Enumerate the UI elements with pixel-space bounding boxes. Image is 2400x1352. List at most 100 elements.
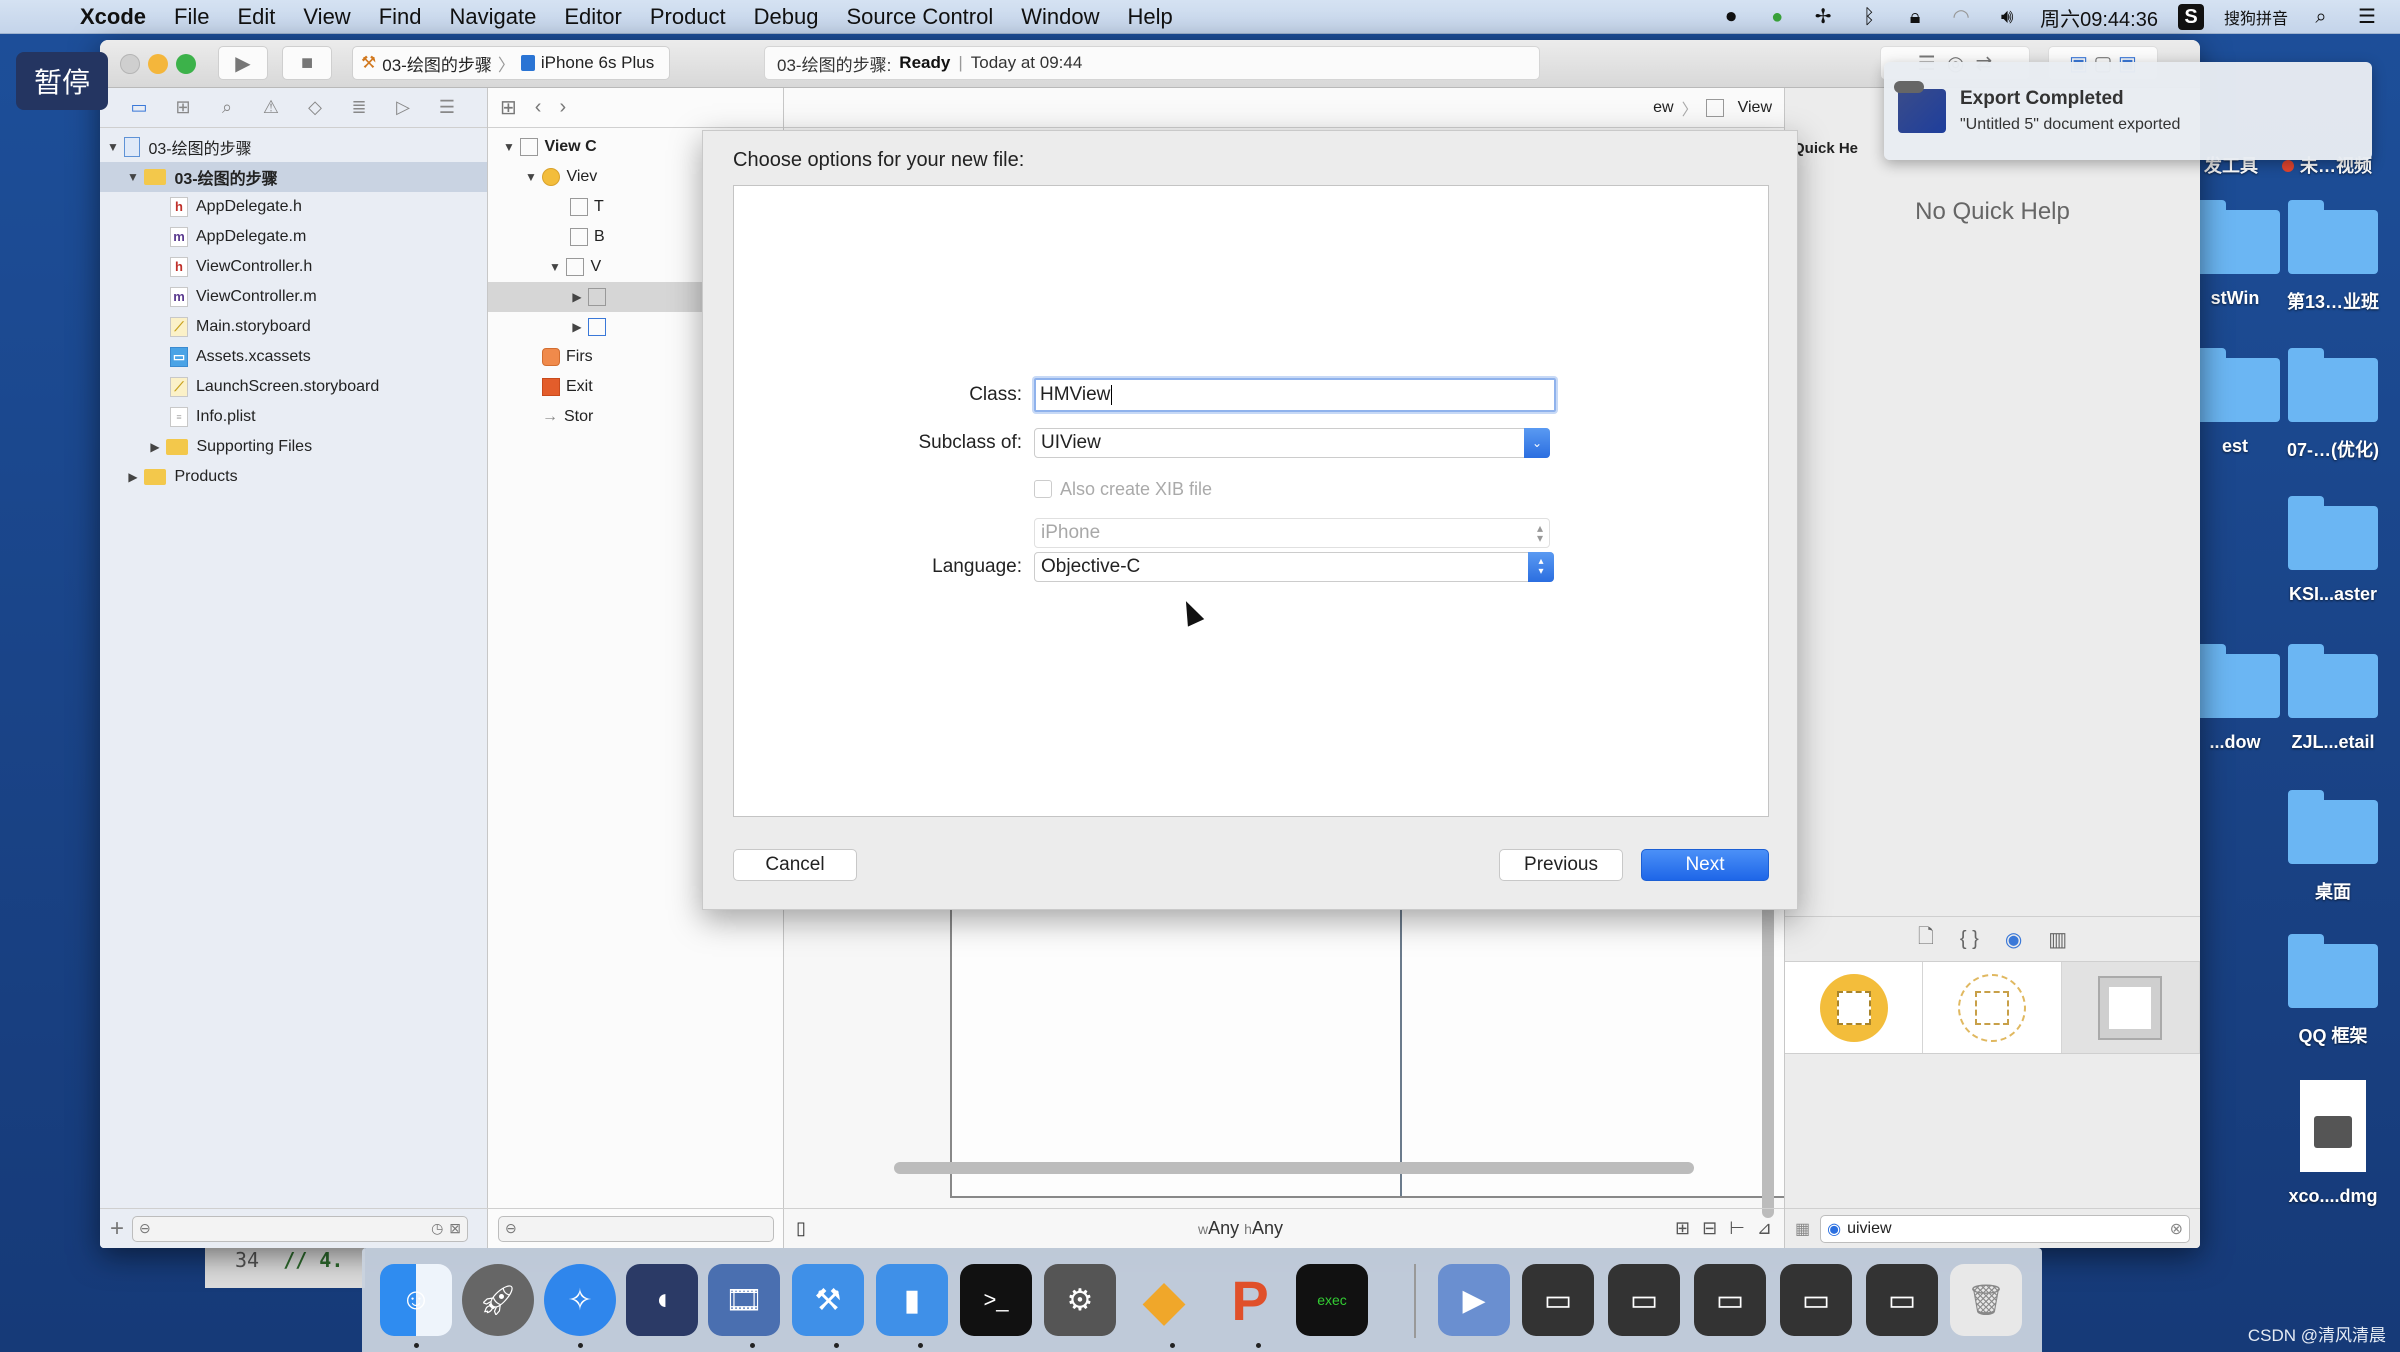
disclosure-open-icon[interactable]: ▼ (106, 140, 120, 154)
desktop-folder[interactable]: QQ 框架 (2268, 934, 2398, 1048)
disclosure-closed-icon[interactable]: ▶ (126, 470, 140, 484)
previous-button[interactable]: Previous (1499, 849, 1623, 881)
media-player-icon[interactable]: ▶ (1438, 1264, 1510, 1336)
test-icon[interactable]: ◇ (300, 93, 330, 123)
resolve-issues-icon[interactable]: ⊿ (1757, 1218, 1772, 1239)
outline-filter-input[interactable]: ⊖ (498, 1215, 774, 1242)
pause-badge[interactable]: 暂停 (16, 52, 108, 110)
stop-button[interactable]: ■ (282, 46, 332, 80)
menu-help[interactable]: Help (1114, 4, 1187, 30)
chevron-down-icon[interactable]: ⌄ (1524, 428, 1550, 458)
scheme-selector[interactable]: ⚒ 03-绘图的步骤 〉 iPhone 6s Plus (352, 46, 670, 80)
safari-icon[interactable]: ✧ (544, 1264, 616, 1336)
disclosure-open-icon[interactable]: ▼ (126, 170, 140, 184)
class-name-input[interactable]: HMView (1034, 378, 1556, 412)
library-item-view-controller[interactable] (1785, 962, 1924, 1053)
next-button[interactable]: Next (1641, 849, 1769, 881)
stack-icon[interactable]: ⊞ (1675, 1218, 1690, 1239)
minimized-window-icon[interactable]: ▭ (1608, 1264, 1680, 1336)
search-icon[interactable]: ⌕ (212, 93, 242, 123)
library-item-object[interactable] (1923, 962, 2062, 1053)
tree-row-project[interactable]: ▼ 03-绘图的步骤 (100, 132, 487, 162)
navigator-filter-input[interactable]: ⊖ ◷ ⊠ (132, 1215, 469, 1242)
tree-row-supporting-files[interactable]: ▶ Supporting Files (100, 432, 487, 462)
menu-product[interactable]: Product (636, 4, 740, 30)
sketch-icon[interactable]: ◆ (1128, 1264, 1200, 1336)
finder-icon[interactable]: ☺ (380, 1264, 452, 1336)
device-popup[interactable]: iPhone ▴ ▾ (1034, 518, 1550, 548)
simulator-icon[interactable]: ▮ (876, 1264, 948, 1336)
screen-recorder-icon[interactable]: 🎞︎ (708, 1264, 780, 1336)
disclosure-open-icon[interactable]: ▼ (502, 140, 516, 154)
add-icon[interactable]: + (110, 1215, 124, 1243)
media-library-icon[interactable]: ▥ (2048, 927, 2067, 952)
tree-row-group[interactable]: ▼ 03-绘图的步骤 (100, 162, 487, 192)
desktop-folder[interactable]: 桌面 (2268, 790, 2398, 904)
symbol-navigator-icon[interactable]: ⊞ (168, 93, 198, 123)
trash-icon[interactable]: 🗑︎ (1950, 1264, 2022, 1336)
volume-icon[interactable]: 🔊︎ (1994, 4, 2020, 30)
minimized-window-icon[interactable]: ▭ (1866, 1264, 1938, 1336)
notification-center-icon[interactable]: ☰ (2354, 4, 2380, 30)
horizontal-scrollbar[interactable] (894, 1162, 1694, 1174)
subclass-combobox[interactable]: UIView ⌄ (1034, 428, 1550, 458)
back-arrow-icon[interactable]: ‹ (535, 96, 542, 119)
disclosure-open-icon[interactable]: ▼ (548, 260, 562, 274)
console-icon[interactable]: exec (1296, 1264, 1368, 1336)
jumpbar-current[interactable]: View (1738, 99, 1772, 117)
menu-app[interactable]: Xcode (60, 4, 160, 30)
close-window-button[interactable] (120, 54, 140, 74)
menu-file[interactable]: File (160, 4, 223, 30)
desktop-dmg[interactable]: xco....dmg (2268, 1080, 2398, 1207)
menu-window[interactable]: Window (1007, 4, 1113, 30)
screen-record-icon[interactable]: ⏺ (1718, 4, 1744, 30)
wifi-icon[interactable]: ◠ (1948, 4, 1974, 30)
scheme-device[interactable]: iPhone 6s Plus (541, 53, 654, 73)
menu-debug[interactable]: Debug (740, 4, 833, 30)
menu-view[interactable]: View (289, 4, 364, 30)
warning-icon[interactable]: ⚠ (256, 93, 286, 123)
fan-icon[interactable]: ✢ (1810, 4, 1836, 30)
code-snippet-icon[interactable]: { } (1960, 928, 1979, 951)
library-search-input[interactable]: ◉ uiview ⊗ (1820, 1214, 2190, 1243)
library-item-view[interactable] (2061, 962, 2200, 1053)
recent-files-icon[interactable]: ◷ (431, 1220, 443, 1237)
disclosure-closed-icon[interactable]: ▶ (148, 440, 162, 454)
size-class-selector[interactable]: wAny hAny (806, 1218, 1675, 1239)
lock-icon[interactable]: 🔒︎ (1902, 4, 1928, 30)
clock[interactable]: 周六09:44:36 (2040, 3, 2158, 32)
desktop-folder[interactable]: ZJL...etail (2268, 644, 2398, 753)
folder-icon[interactable]: ▭ (124, 93, 154, 123)
minimize-window-button[interactable] (148, 54, 168, 74)
tree-row-file[interactable]: h ViewController.h (100, 252, 487, 282)
mouse-app-icon[interactable]: ◖ (626, 1264, 698, 1336)
desktop-folder[interactable]: 第13…业班 (2268, 200, 2398, 314)
minimized-window-icon[interactable]: ▭ (1694, 1264, 1766, 1336)
file-template-icon[interactable]: 🗋︎ (1918, 922, 1934, 956)
report-icon[interactable]: ☰ (432, 93, 462, 123)
related-items-icon[interactable]: ⊞ (500, 95, 517, 120)
menu-navigate[interactable]: Navigate (436, 4, 551, 30)
tree-row-file[interactable]: h AppDelegate.h (100, 192, 487, 222)
sogou-icon[interactable]: S (2177, 4, 2204, 30)
up-down-arrows-icon[interactable]: ▴ ▾ (1528, 552, 1554, 582)
play-circle-icon[interactable]: ● (1764, 4, 1790, 30)
desktop-folder[interactable]: 07-…(优化) (2268, 348, 2398, 462)
language-popup[interactable]: Objective-C ▴ ▾ (1034, 552, 1554, 582)
disclosure-open-icon[interactable]: ▼ (524, 170, 538, 184)
tree-row-file[interactable]: ⟋ LaunchScreen.storyboard (100, 372, 487, 402)
tree-row-file[interactable]: ▭ Assets.xcassets (100, 342, 487, 372)
align-icon[interactable]: ⊟ (1702, 1218, 1717, 1239)
tree-row-file[interactable]: m AppDelegate.m (100, 222, 487, 252)
debug-icon[interactable]: ≣ (344, 93, 374, 123)
menu-find[interactable]: Find (365, 4, 436, 30)
export-notification[interactable]: Export Completed "Untitled 5" document e… (1884, 62, 2372, 160)
spotlight-search-icon[interactable]: ⌕ (2308, 4, 2334, 30)
breakpoint-icon[interactable]: ▷ (388, 93, 418, 123)
xcode-icon[interactable]: ⚒ (792, 1264, 864, 1336)
disclosure-closed-icon[interactable]: ▶ (570, 320, 584, 334)
menu-editor[interactable]: Editor (550, 4, 635, 30)
jumpbar-item[interactable]: ew (1653, 99, 1673, 117)
clear-search-icon[interactable]: ⊗ (2170, 1219, 2183, 1239)
desktop-folder[interactable]: KSI...aster (2268, 496, 2398, 605)
